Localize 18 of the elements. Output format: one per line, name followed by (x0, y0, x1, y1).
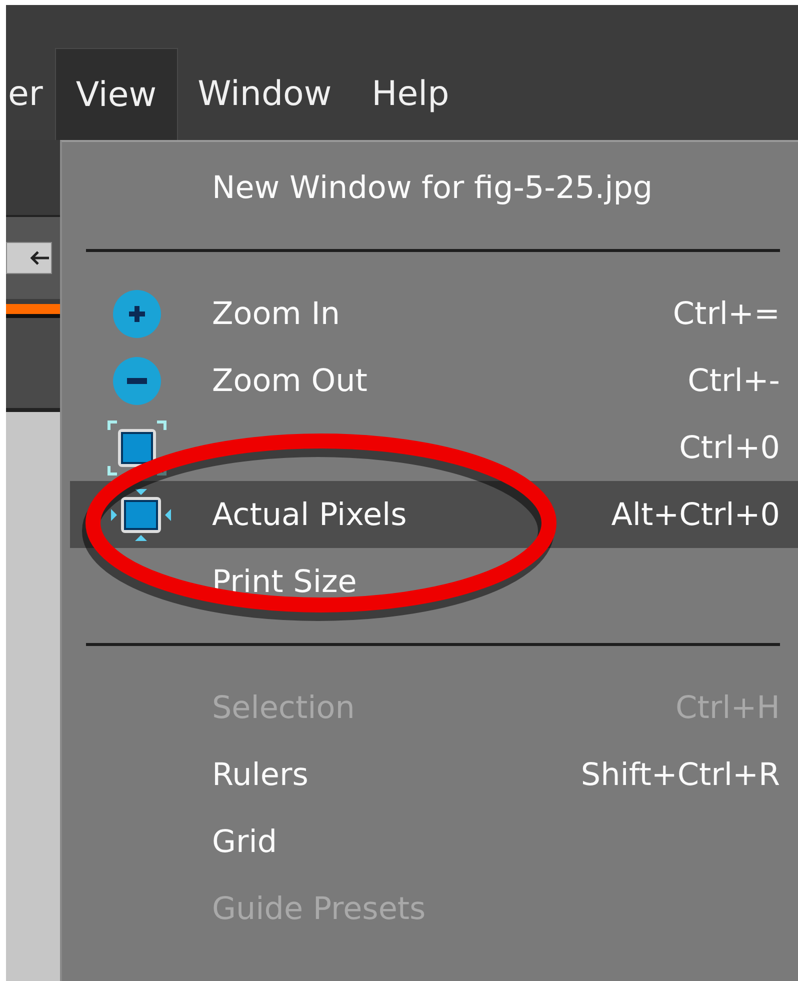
zoom-in-icon (112, 288, 162, 338)
menu-bar-item[interactable]: Window (178, 48, 352, 140)
actual-pixels-icon (109, 486, 173, 542)
zoom-out-icon (112, 356, 162, 406)
menu-item[interactable]: Zoom In Ctrl+= (62, 280, 798, 347)
menu-item[interactable]: New Window for fig-5-25.jpg (62, 154, 798, 221)
toolbar-button[interactable] (6, 242, 52, 274)
menu-bar-item[interactable]: View (54, 48, 178, 140)
menu-bar-item[interactable]: er (6, 48, 55, 140)
menu-item[interactable]: Ctrl+0 (62, 414, 798, 481)
menu-item[interactable]: Print Size (62, 548, 798, 615)
fit-screen-icon (107, 420, 167, 476)
menu-item[interactable]: Actual Pixels Alt+Ctrl+0 (70, 481, 798, 548)
menu-item[interactable]: Zoom Out Ctrl+- (62, 347, 798, 414)
arrow-icon (29, 249, 51, 267)
menu-item[interactable]: Rulers Shift+Ctrl+R (62, 741, 798, 808)
menu-bar-item[interactable]: Help (352, 48, 470, 140)
menu-item[interactable]: Grid (62, 808, 798, 875)
